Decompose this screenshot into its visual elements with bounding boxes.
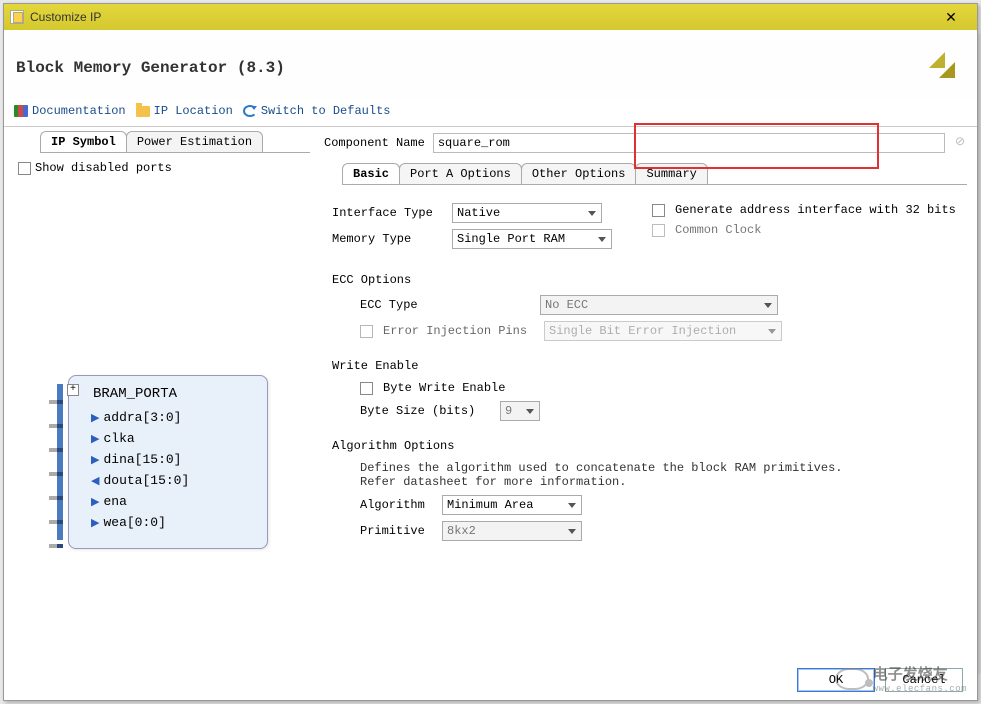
algorithm-label: Algorithm [360,498,432,512]
algo-desc-1: Defines the algorithm used to concatenat… [360,461,959,475]
ok-button[interactable]: OK [797,668,875,692]
page-title: Block Memory Generator (8.3) [16,59,285,77]
window-title: Customize IP [30,10,101,24]
toolbar: Documentation IP Location Switch to Defa… [4,100,977,127]
port-clka: clka [91,431,257,446]
book-icon [14,105,28,117]
memory-type-label: Memory Type [332,232,442,246]
tab-basic[interactable]: Basic [342,163,400,184]
tab-summary[interactable]: Summary [635,163,707,184]
folder-icon [136,106,150,117]
common-clock-checkbox [652,224,665,237]
byte-size-label: Byte Size (bits) [360,404,490,418]
config-tabs: Basic Port A Options Other Options Summa… [342,163,967,185]
gen-addr-32-checkbox[interactable] [652,204,665,217]
ecc-group-title: ECC Options [332,273,959,287]
error-injection-select: Single Bit Error Injection [544,321,782,341]
title-bar[interactable]: Customize IP ✕ [4,4,977,30]
interface-type-select[interactable]: Native [452,203,602,223]
basic-panel: Interface Type Native Memory Type Single… [324,185,967,553]
app-icon [10,10,24,24]
port-wea: wea[0:0] [91,515,257,530]
ip-symbol-block[interactable]: + BRAM_PORTA addra[3:0] clka dina[15:0] … [68,375,268,549]
customize-ip-window: Customize IP ✕ Block Memory Generator (8… [3,3,978,701]
primitive-select: 8kx2 [442,521,582,541]
tab-ip-symbol[interactable]: IP Symbol [40,131,127,152]
port-ena: ena [91,494,257,509]
ip-location-link[interactable]: IP Location [136,104,233,118]
byte-write-enable-checkbox[interactable] [360,382,373,395]
left-tabs: IP Symbol Power Estimation [40,131,310,153]
refresh-icon [243,105,257,117]
cancel-button[interactable]: Cancel [885,668,963,692]
ecc-type-select: No ECC [540,295,778,315]
tab-power-estimation[interactable]: Power Estimation [126,131,263,152]
show-disabled-label: Show disabled ports [35,161,172,175]
port-douta: douta[15:0] [91,473,257,488]
show-disabled-checkbox[interactable] [18,162,31,175]
algorithm-select[interactable]: Minimum Area [442,495,582,515]
vendor-logo-icon [925,48,965,88]
interface-type-label: Interface Type [332,206,442,220]
right-pane: Component Name ⊘ Basic Port A Options Ot… [314,127,977,673]
switch-defaults-link[interactable]: Switch to Defaults [243,104,391,118]
ecc-type-label: ECC Type [360,298,530,312]
port-group-title: BRAM_PORTA [93,386,257,402]
algorithm-group-title: Algorithm Options [332,439,959,453]
left-pane: IP Symbol Power Estimation Show disabled… [4,127,314,673]
gen-addr-32-label: Generate address interface with 32 bits [675,203,956,217]
close-button[interactable]: ✕ [931,7,971,27]
byte-write-enable-label: Byte Write Enable [383,381,505,395]
memory-type-select[interactable]: Single Port RAM [452,229,612,249]
primitive-label: Primitive [360,524,432,538]
common-clock-label: Common Clock [675,223,761,237]
write-enable-group-title: Write Enable [332,359,959,373]
documentation-link[interactable]: Documentation [14,104,126,118]
dialog-footer: OK Cancel [797,668,963,692]
show-disabled-ports-row: Show disabled ports [18,161,300,175]
port-addra: addra[3:0] [91,410,257,425]
error-injection-label: Error Injection Pins [383,324,534,338]
tab-other-options[interactable]: Other Options [521,163,637,184]
port-dina: dina[15:0] [91,452,257,467]
component-name-input[interactable] [433,133,945,153]
expand-port-group-button[interactable]: + [67,384,79,396]
error-injection-checkbox [360,325,373,338]
byte-size-select: 9 [500,401,540,421]
dialog-header: Block Memory Generator (8.3) [4,30,977,100]
clear-name-button[interactable]: ⊘ [953,136,967,150]
algo-desc-2: Refer datasheet for more information. [360,475,959,489]
tab-port-a-options[interactable]: Port A Options [399,163,522,184]
component-name-label: Component Name [324,136,425,150]
